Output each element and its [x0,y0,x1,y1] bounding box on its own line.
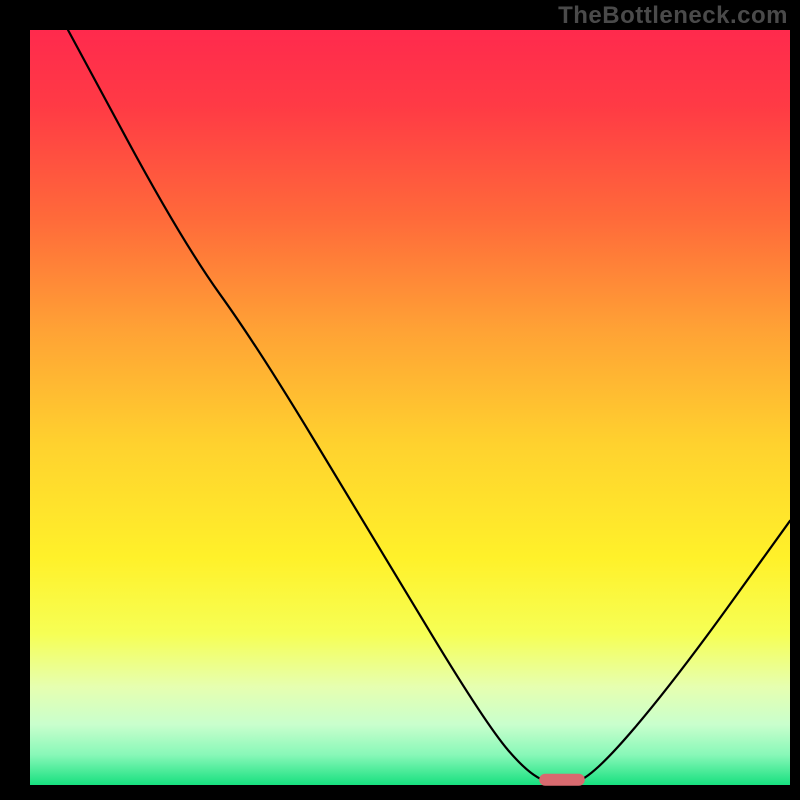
plot-background [30,30,790,785]
target-marker [539,774,585,786]
chart-frame: TheBottleneck.com [0,0,800,800]
bottleneck-chart [0,0,800,800]
watermark-text: TheBottleneck.com [558,2,788,30]
